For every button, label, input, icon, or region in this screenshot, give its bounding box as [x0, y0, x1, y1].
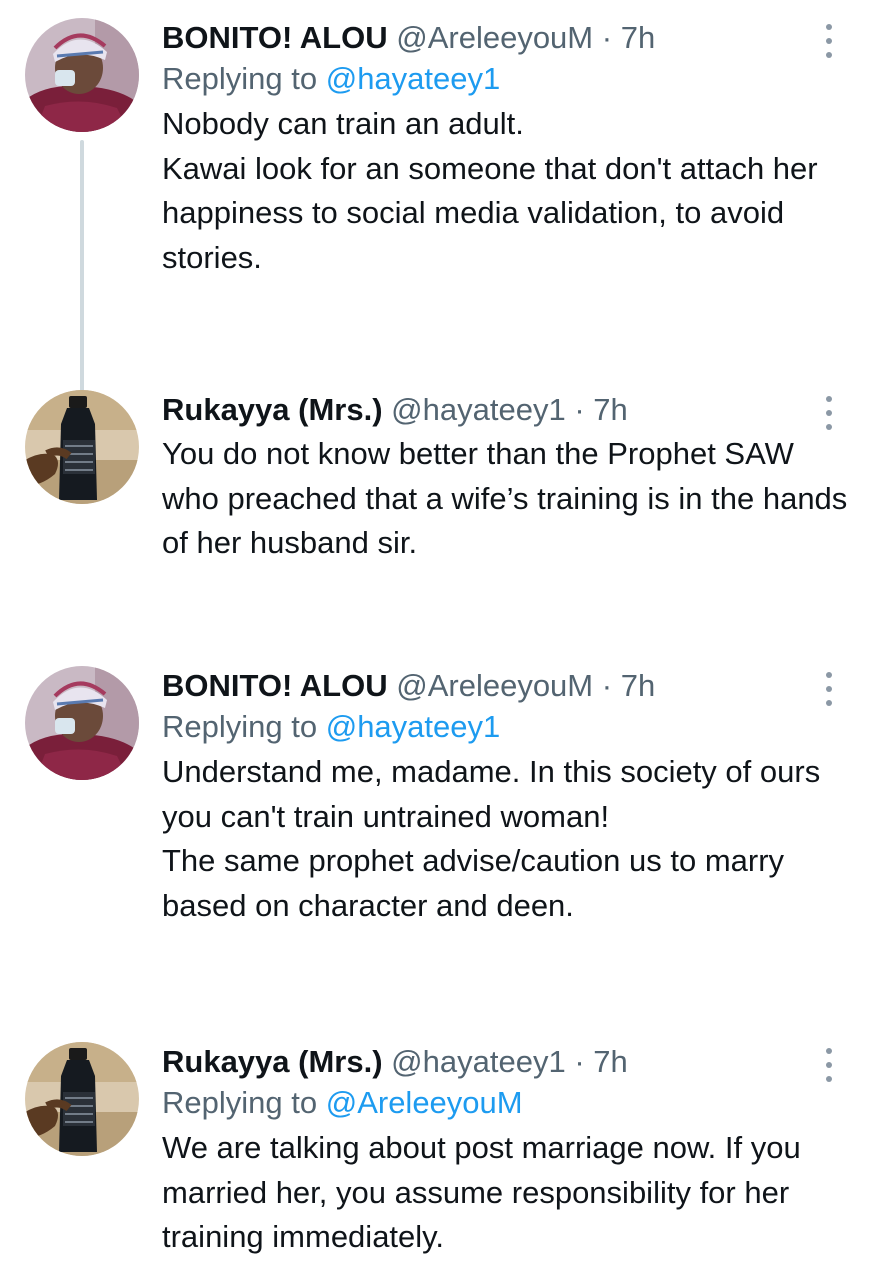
username-handle[interactable]: @AreleeyouM: [396, 668, 593, 703]
replying-to-label: Replying to: [162, 61, 318, 96]
separator-dot: ·: [574, 1044, 585, 1079]
display-name[interactable]: Rukayya (Mrs.): [162, 392, 383, 427]
avatar[interactable]: [25, 18, 139, 132]
separator-dot: ·: [601, 20, 613, 55]
replying-to-mention[interactable]: @AreleeyouM: [326, 1085, 523, 1120]
avatar-bottle-hand-icon: [25, 1042, 139, 1156]
more-vertical-icon[interactable]: [822, 396, 836, 430]
tweet-text: Nobody can train an adult. Kawai look fo…: [162, 106, 818, 275]
tweet-header: BONITO! ALOU @AreleeyouM · 7h: [162, 18, 852, 58]
username-handle[interactable]: @AreleeyouM: [396, 20, 593, 55]
replying-to-line: Replying to @hayateey1: [162, 706, 852, 748]
avatar-man-cap-mask-icon: [25, 666, 139, 780]
more-vertical-icon[interactable]: [822, 672, 836, 706]
more-vertical-icon[interactable]: [822, 1048, 836, 1082]
separator-dot: ·: [574, 392, 585, 427]
username-handle[interactable]: @hayateey1: [391, 392, 566, 427]
tweet-text: You do not know better than the Prophet …: [162, 436, 848, 560]
replying-to-mention[interactable]: @hayateey1: [326, 61, 501, 96]
avatar[interactable]: [25, 390, 139, 504]
tweet-text: We are talking about post marriage now. …: [162, 1130, 801, 1254]
avatar[interactable]: [25, 666, 139, 780]
display-name[interactable]: BONITO! ALOU: [162, 668, 388, 703]
tweet-header: BONITO! ALOU @AreleeyouM · 7h: [162, 666, 852, 706]
separator-dot: ·: [601, 668, 613, 703]
replying-to-line: Replying to @hayateey1: [162, 58, 852, 100]
reply-thread: BONITO! ALOU @AreleeyouM · 7h Replying t…: [0, 0, 872, 1280]
username-handle[interactable]: @hayateey1: [391, 1044, 566, 1079]
timestamp[interactable]: 7h: [593, 392, 627, 427]
replying-to-label: Replying to: [162, 709, 318, 744]
tweet-text: Understand me, madame. In this society o…: [162, 754, 821, 923]
replying-to-line: Replying to @AreleeyouM: [162, 1082, 852, 1124]
timestamp[interactable]: 7h: [621, 20, 655, 55]
timestamp[interactable]: 7h: [621, 668, 655, 703]
avatar-man-cap-mask-icon: [25, 18, 139, 132]
timestamp[interactable]: 7h: [593, 1044, 627, 1079]
display-name[interactable]: BONITO! ALOU: [162, 20, 388, 55]
tweet-header: Rukayya (Mrs.) @hayateey1 · 7h: [162, 390, 852, 430]
replying-to-label: Replying to: [162, 1085, 318, 1120]
more-vertical-icon[interactable]: [822, 24, 836, 58]
tweet-header: Rukayya (Mrs.) @hayateey1 · 7h: [162, 1042, 852, 1082]
display-name[interactable]: Rukayya (Mrs.): [162, 1044, 383, 1079]
avatar-bottle-hand-icon: [25, 390, 139, 504]
avatar[interactable]: [25, 1042, 139, 1156]
replying-to-mention[interactable]: @hayateey1: [326, 709, 501, 744]
thread-connector-line: [80, 140, 84, 402]
